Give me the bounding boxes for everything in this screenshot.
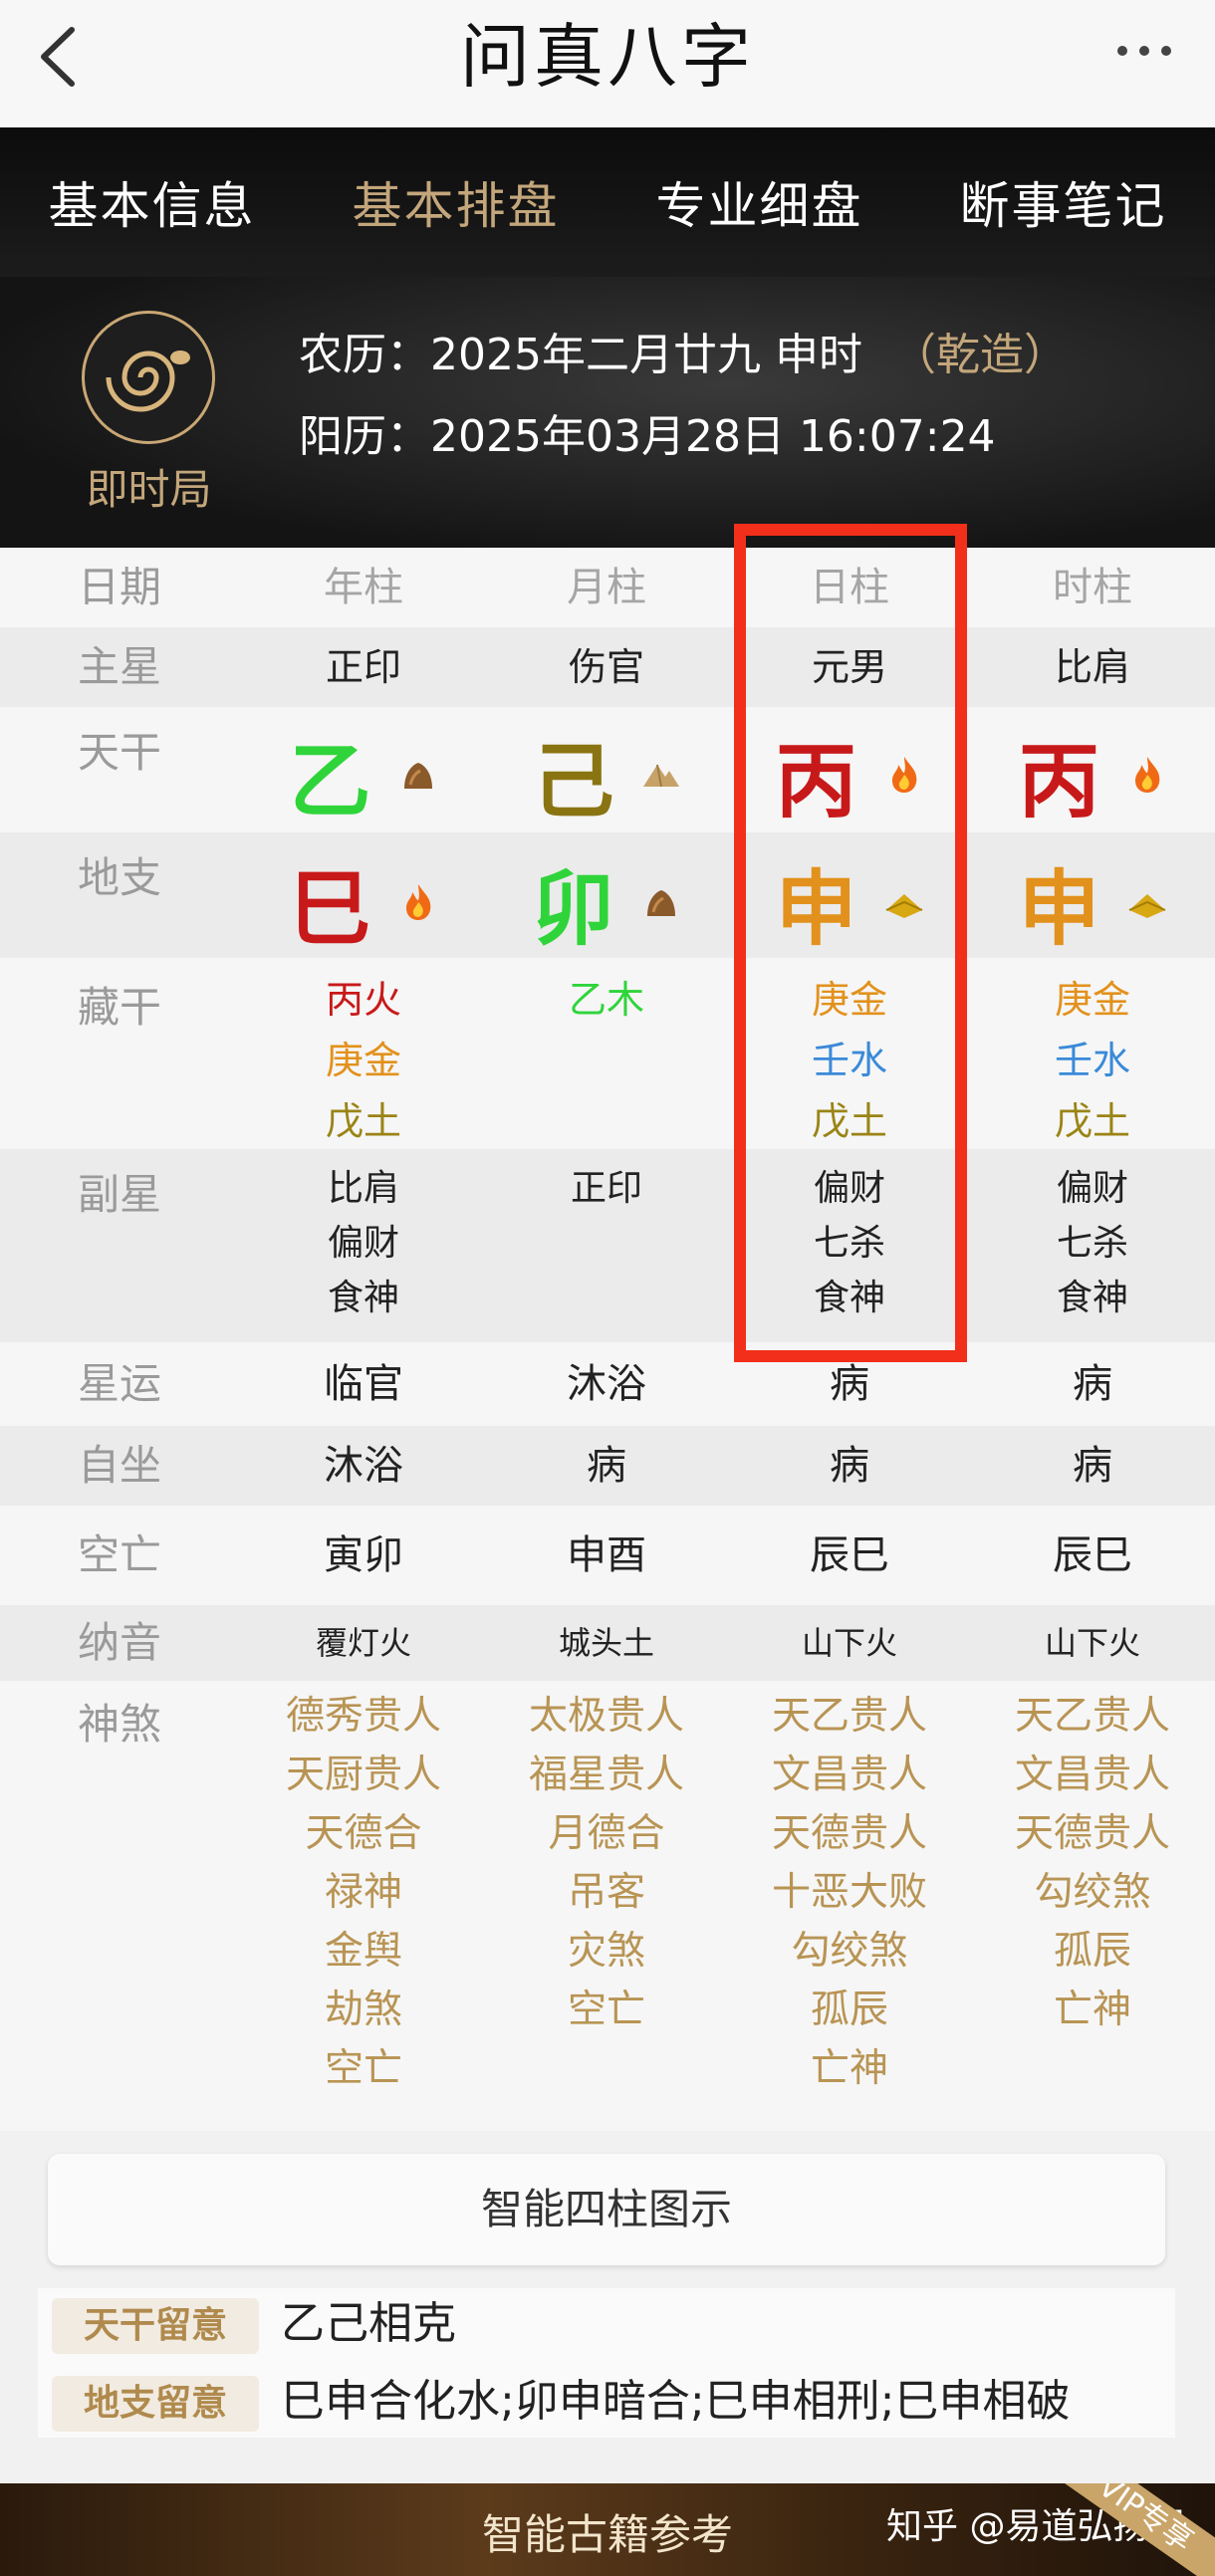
hidden-stems-cell: 庚金 壬水 戊土 bbox=[1054, 978, 1130, 1143]
tab-pro-detail[interactable]: 专业细盘 bbox=[608, 127, 911, 277]
stem-note-text: 乙己相克 bbox=[281, 2298, 456, 2349]
sub-star-cell: 偏财 七杀 食神 bbox=[813, 1168, 885, 1318]
solar-date: 阳历：2025年03月28日 16:07:24 bbox=[299, 411, 996, 462]
spirit-stars-cell: 天乙贵人 文昌贵人 天德贵人 十恶大败 勾绞煞 孤辰 亡神 bbox=[771, 1694, 927, 2091]
stem-char: 丙 bbox=[775, 735, 857, 829]
branch-cell[interactable]: 申 bbox=[971, 842, 1214, 961]
main-star-cell: 正印 bbox=[325, 645, 401, 689]
column-hour: 时柱 bbox=[1053, 565, 1132, 610]
branch-note-tag: 地支留意 bbox=[52, 2376, 259, 2432]
sub-star-cell: 比肩 偏财 食神 bbox=[327, 1168, 399, 1318]
branch-note-text: 巳申合化水;卯申暗合;巳申相刑;巳申相破 bbox=[281, 2376, 1071, 2427]
branch-cell[interactable]: 巳 bbox=[242, 842, 485, 961]
branch-cell[interactable]: 申 bbox=[728, 842, 971, 961]
nayin-cell: 山下火 bbox=[801, 1624, 897, 1662]
wood-element-icon bbox=[646, 889, 675, 916]
nayin-cell: 城头土 bbox=[558, 1624, 654, 1662]
nayin-row: 纳音 覆灯火 城头土 山下火 山下火 bbox=[0, 1605, 1215, 1681]
stem-cell[interactable]: 己 bbox=[485, 715, 728, 833]
self-seat-cell: 病 bbox=[830, 1443, 869, 1489]
sub-star-cell: 偏财 七杀 食神 bbox=[1056, 1168, 1128, 1318]
spirit-stars-cell: 太极贵人 福星贵人 月德合 吊客 灾煞 空亡 bbox=[528, 1694, 684, 2032]
bazi-table: 日期 年柱 月柱 日柱 时柱 主星 正印 伤官 元男 比肩 天干 乙 己 丙 丙 bbox=[0, 524, 1215, 2131]
lunar-date: 农历：2025年二月廿九 申时 （乾造） bbox=[299, 330, 1068, 380]
wood-element-icon bbox=[403, 762, 432, 789]
more-horizontal-icon[interactable] bbox=[1117, 42, 1177, 62]
column-month: 月柱 bbox=[567, 565, 646, 610]
hidden-stems-cell: 乙木 bbox=[568, 978, 644, 1022]
hidden-stems-row: 藏干 丙火 庚金 戊土 乙木 庚金 壬水 戊土 庚金 壬水 戊土 bbox=[0, 958, 1215, 1149]
metal-element-icon bbox=[885, 893, 922, 918]
nayin-cell: 山下火 bbox=[1044, 1624, 1140, 1662]
self-seat-cell: 病 bbox=[587, 1443, 626, 1489]
self-seat-row: 自坐 沐浴 病 病 病 bbox=[0, 1426, 1215, 1506]
self-seat-cell: 病 bbox=[1073, 1443, 1112, 1489]
main-star-row: 主星 正印 伤官 元男 比肩 bbox=[0, 627, 1215, 707]
fire-element-icon bbox=[891, 756, 916, 793]
tab-bar: 基本信息 基本排盘 专业细盘 断事笔记 bbox=[0, 127, 1215, 277]
birth-info-panel: 即时局 农历：2025年二月廿九 申时 （乾造） 阳历：2025年03月28日 1… bbox=[0, 277, 1215, 548]
stem-note-row: 天干留意 乙己相克 bbox=[38, 2292, 1175, 2356]
star-fortune-cell: 临官 bbox=[324, 1361, 403, 1407]
mode-label: 即时局 bbox=[86, 465, 212, 514]
app-title: 问真八字 bbox=[460, 16, 755, 98]
void-cell: 申酉 bbox=[567, 1532, 646, 1578]
sub-star-cell: 正印 bbox=[570, 1168, 642, 1209]
star-fortune-row: 星运 临官 沐浴 病 病 bbox=[0, 1342, 1215, 1426]
earthly-branch-row: 地支 巳 卯 申 申 bbox=[0, 832, 1215, 958]
fire-element-icon bbox=[405, 883, 430, 920]
tab-notes[interactable]: 断事笔记 bbox=[911, 127, 1215, 277]
four-pillars-diagram-button[interactable]: 智能四柱图示 bbox=[48, 2154, 1165, 2265]
notes-panel: 天干留意 乙己相克 地支留意 巳申合化水;卯申暗合;巳申相刑;巳申相破 bbox=[38, 2288, 1175, 2438]
hidden-stems-cell: 庚金 壬水 戊土 bbox=[811, 978, 887, 1143]
branch-char: 卯 bbox=[532, 862, 614, 957]
main-star-cell: 伤官 bbox=[568, 645, 644, 689]
main-star-cell: 元男 bbox=[811, 645, 887, 689]
column-year: 年柱 bbox=[324, 565, 403, 610]
stem-cell[interactable]: 丙 bbox=[971, 715, 1214, 833]
void-cell: 寅卯 bbox=[324, 1532, 403, 1578]
tab-basic-info[interactable]: 基本信息 bbox=[0, 127, 304, 277]
main-star-cell: 比肩 bbox=[1054, 645, 1130, 689]
column-day: 日柱 bbox=[810, 565, 889, 610]
stem-note-tag: 天干留意 bbox=[52, 2298, 259, 2354]
stem-cell[interactable]: 乙 bbox=[242, 715, 485, 833]
tab-basic-chart[interactable]: 基本排盘 bbox=[304, 127, 608, 277]
star-fortune-cell: 沐浴 bbox=[567, 1361, 646, 1407]
spirit-stars-row: 神煞 德秀贵人 天厨贵人 天德合 禄神 金舆 劫煞 空亡 太极贵人 福星贵人 月… bbox=[0, 1681, 1215, 2131]
star-fortune-cell: 病 bbox=[830, 1361, 869, 1407]
classics-reference-bar[interactable]: 智能古籍参考 知乎 @易道弘扬阁 VIP专享 bbox=[0, 2483, 1215, 2576]
void-row: 空亡 寅卯 申酉 辰巳 辰巳 bbox=[0, 1506, 1215, 1605]
nayin-cell: 覆灯火 bbox=[315, 1624, 411, 1662]
stem-char: 己 bbox=[532, 735, 614, 829]
gender-label: （乾造） bbox=[891, 330, 1068, 380]
spirit-stars-cell: 德秀贵人 天厨贵人 天德合 禄神 金舆 劫煞 空亡 bbox=[285, 1694, 441, 2091]
earth-element-icon bbox=[642, 764, 679, 787]
hidden-stems-cell: 丙火 庚金 戊土 bbox=[325, 978, 401, 1143]
heavenly-stem-row: 天干 乙 己 丙 丙 bbox=[0, 707, 1215, 832]
branch-char: 申 bbox=[1018, 862, 1100, 957]
table-header-row: 日期 年柱 月柱 日柱 时柱 bbox=[0, 548, 1215, 627]
fire-element-icon bbox=[1134, 756, 1159, 793]
snake-zodiac-icon[interactable] bbox=[82, 311, 215, 444]
void-cell: 辰巳 bbox=[1053, 1532, 1132, 1578]
star-fortune-cell: 病 bbox=[1073, 1361, 1112, 1407]
stem-char: 丙 bbox=[1018, 735, 1100, 829]
stem-char: 乙 bbox=[289, 735, 371, 829]
spirit-stars-cell: 天乙贵人 文昌贵人 天德贵人 勾绞煞 孤辰 亡神 bbox=[1014, 1694, 1170, 2032]
branch-char: 巳 bbox=[289, 862, 371, 957]
void-cell: 辰巳 bbox=[810, 1532, 889, 1578]
self-seat-cell: 沐浴 bbox=[324, 1443, 403, 1489]
top-bar: 问真八字 bbox=[0, 0, 1215, 127]
sub-star-row: 副星 比肩 偏财 食神 正印 偏财 七杀 食神 偏财 七杀 食神 bbox=[0, 1149, 1215, 1342]
branch-cell[interactable]: 卯 bbox=[485, 842, 728, 961]
stem-cell[interactable]: 丙 bbox=[728, 715, 971, 833]
metal-element-icon bbox=[1128, 893, 1165, 918]
vip-ribbon: VIP专享 bbox=[1016, 2483, 1215, 2576]
branch-char: 申 bbox=[775, 862, 857, 957]
branch-note-row: 地支留意 巳申合化水;卯申暗合;巳申相刑;巳申相破 bbox=[38, 2370, 1175, 2434]
